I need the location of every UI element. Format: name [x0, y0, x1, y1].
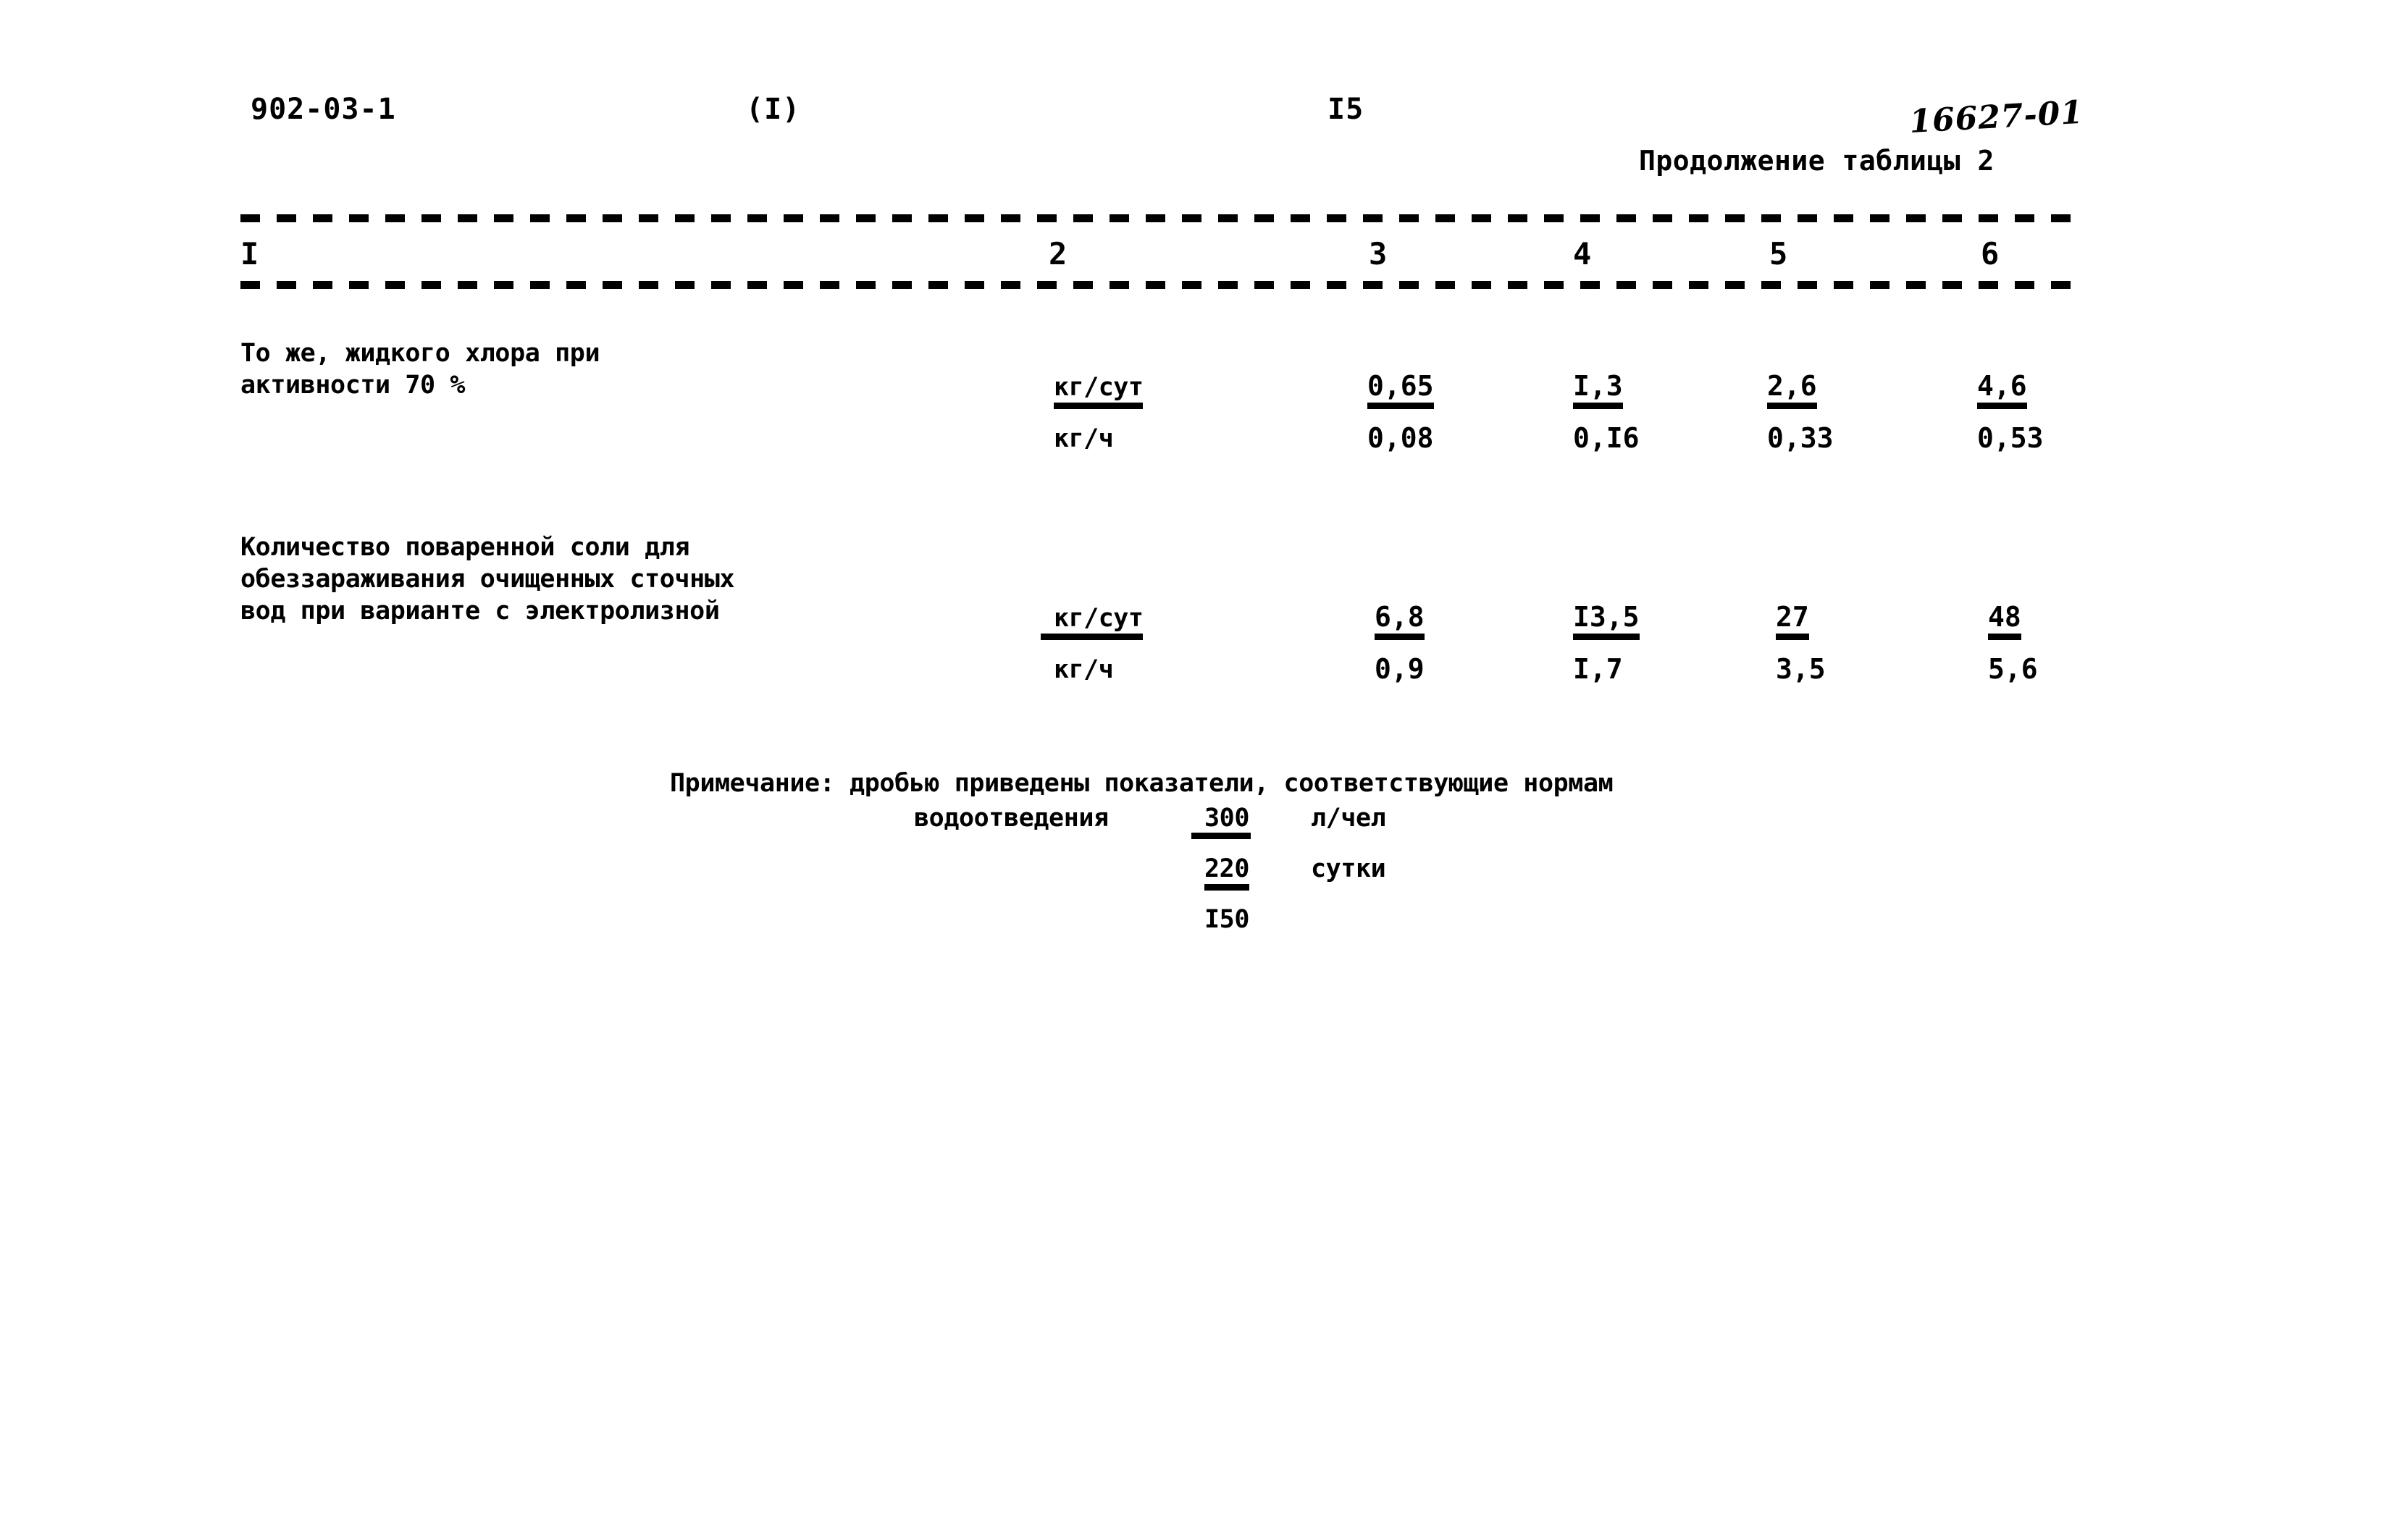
column-header-4: 4 [1573, 236, 1592, 272]
table-value-cell: 0,53 [1977, 422, 2044, 454]
column-header-3: 3 [1369, 236, 1388, 272]
handwritten-archive-number: 16627-01 [1908, 93, 2085, 140]
column-header-2: 2 [1049, 236, 1068, 272]
table-bottom-dashed-rule [240, 281, 2087, 289]
table-unit-cell: кг/сут [1041, 604, 1144, 640]
column-header-1: I [240, 236, 259, 272]
table-value-cell: 0,65 [1367, 370, 1434, 409]
table-value-cell: I3,5 [1573, 601, 1640, 640]
table-value-cell: 0,I6 [1573, 422, 1640, 454]
variant-mark: (I) [746, 93, 801, 126]
note-fraction-middle: 220 [1204, 854, 1249, 891]
note-fraction-unit-top: л/чел [1311, 804, 1386, 833]
page-number: I5 [1327, 93, 1364, 126]
table-unit-cell: кг/ч [1054, 424, 1114, 453]
note-line-primary: Примечание: дробью приведены показатели,… [670, 769, 1614, 798]
note-fraction-unit-middle: сутки [1311, 854, 1386, 883]
table-value-cell: I,7 [1573, 653, 1623, 685]
table-top-dashed-rule [240, 214, 2087, 222]
table-row-label: Количество поваренной соли для обеззараж… [240, 533, 735, 626]
note-fraction-numerator: 300 [1191, 804, 1251, 839]
table-value-cell: 48 [1988, 601, 2021, 640]
table-unit-cell: кг/сут [1054, 373, 1144, 409]
table-value-cell: 6,8 [1375, 601, 1425, 640]
table-value-cell: 0,9 [1375, 653, 1425, 685]
column-header-5: 5 [1769, 236, 1788, 272]
table-value-cell: 3,5 [1776, 653, 1826, 685]
note-fraction-denominator: I50 [1204, 905, 1250, 934]
table-value-cell: 0,08 [1367, 422, 1434, 454]
table-continuation-caption: Продолжение таблицы 2 [1639, 145, 1995, 177]
table-value-cell: I,3 [1573, 370, 1623, 409]
scanned-document-page: 902-03-1 (I) I5 16627-01 Продолжение таб… [0, 0, 2395, 1540]
table-value-cell: 4,6 [1977, 370, 2027, 409]
table-value-cell: 2,6 [1767, 370, 1817, 409]
document-code: 902-03-1 [251, 93, 396, 126]
column-header-6: 6 [1981, 236, 2000, 272]
note-line-secondary: водоотведения [914, 804, 1109, 833]
table-value-cell: 0,33 [1767, 422, 1834, 454]
table-value-cell: 27 [1776, 601, 1809, 640]
table-value-cell: 5,6 [1988, 653, 2038, 685]
table-unit-cell: кг/ч [1054, 655, 1114, 684]
table-row-label: То же, жидкого хлора при активности 70 % [240, 339, 600, 400]
